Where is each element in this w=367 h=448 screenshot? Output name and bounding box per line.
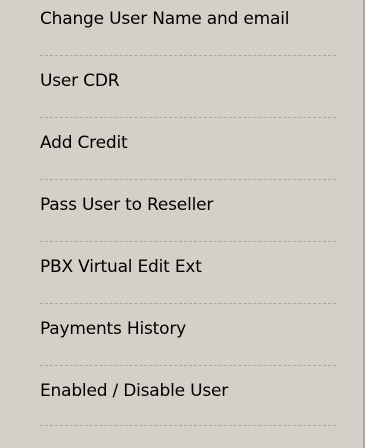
menu-list: Change User Name and email User CDR Add … (0, 0, 363, 428)
user-actions-menu: Change User Name and email User CDR Add … (0, 0, 365, 448)
menu-item-label[interactable]: Enabled / Disable User (40, 380, 228, 402)
menu-item-user-cdr[interactable]: User CDR (0, 56, 363, 118)
menu-item-pass-user-to-reseller[interactable]: Pass User to Reseller (0, 180, 363, 242)
menu-item-add-credit[interactable]: Add Credit (0, 118, 363, 180)
menu-item-payments-history[interactable]: Payments History (0, 304, 363, 366)
menu-item-label[interactable]: User CDR (40, 70, 120, 92)
menu-separator (40, 425, 336, 426)
menu-item-label[interactable]: PBX Virtual Edit Ext (40, 256, 202, 278)
menu-item-label[interactable]: Add Credit (40, 132, 128, 154)
menu-item-label[interactable]: Payments History (40, 318, 186, 340)
menu-item-enable-disable-user[interactable]: Enabled / Disable User (0, 366, 363, 428)
menu-item-label[interactable]: Change User Name and email (40, 8, 289, 30)
menu-item-pbx-virtual-edit-ext[interactable]: PBX Virtual Edit Ext (0, 242, 363, 304)
menu-item-label[interactable]: Pass User to Reseller (40, 194, 213, 216)
menu-item-change-user-name-email[interactable]: Change User Name and email (0, 0, 363, 56)
